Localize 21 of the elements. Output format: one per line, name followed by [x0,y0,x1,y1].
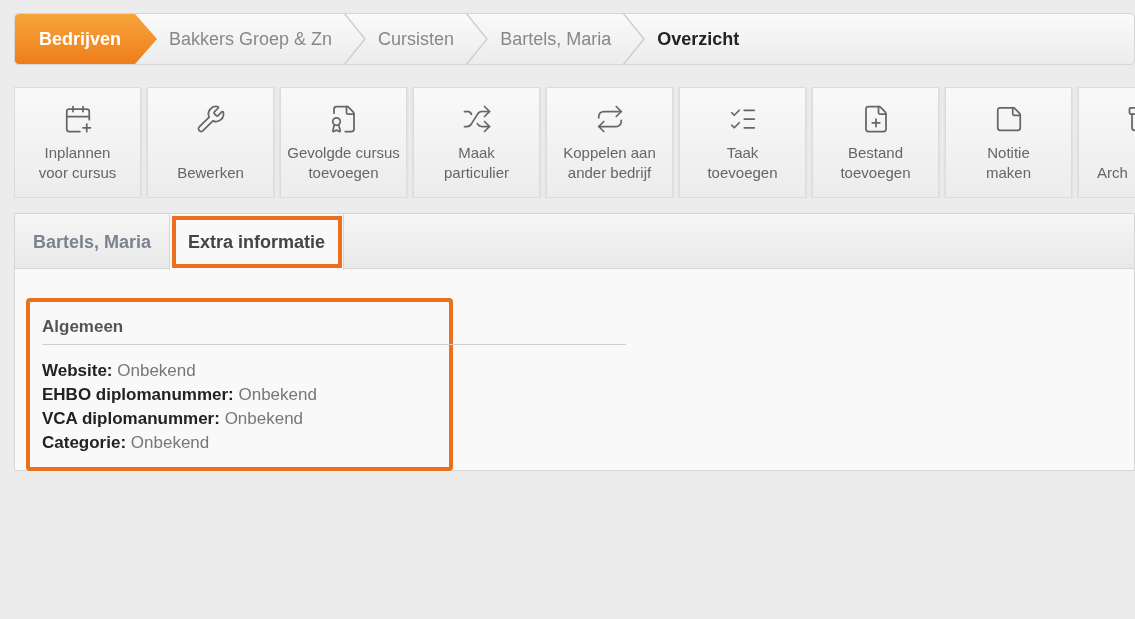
shuffle-icon [461,104,492,134]
toolbar-button[interactable]: Bestand toevoegen [812,87,939,198]
wrench-icon [195,104,226,134]
info-row-text: Categorie: Onbekend [42,431,211,454]
toolbar-button[interactable]: Koppelen aan ander bedrijf [546,87,673,198]
info-row-text: EHBO diplomanummer: Onbekend [42,383,318,406]
toolbar-button[interactable]: Taak toevoegen [679,87,806,198]
breadcrumb-link[interactable]: Cursisten [366,25,467,53]
toolbar-button[interactable]: Notitie maken [945,87,1072,198]
breadcrumb-link[interactable]: Overzicht [645,25,752,53]
breadcrumb-link[interactable]: Bakkers Groep & Zn [157,25,345,53]
section-title: Algemeen [42,314,626,345]
tab[interactable]: Extra informatie [170,214,345,270]
toolbar-button[interactable]: Inplannen voor cursus [14,87,141,198]
toolbar-button[interactable]: Arch [1078,87,1135,198]
toolbar-button[interactable]: Maak particulier [413,87,540,198]
info-row-text: VCA diplomanummer: Onbekend [42,407,305,430]
toolbar-button[interactable]: Gevolgde cursus toevoegen [280,87,407,198]
breadcrumb-link[interactable]: Bartels, Maria [488,25,624,53]
info-row-text: Website: Onbekend [42,359,197,382]
toolbar-button[interactable]: Bewerken [147,87,274,198]
